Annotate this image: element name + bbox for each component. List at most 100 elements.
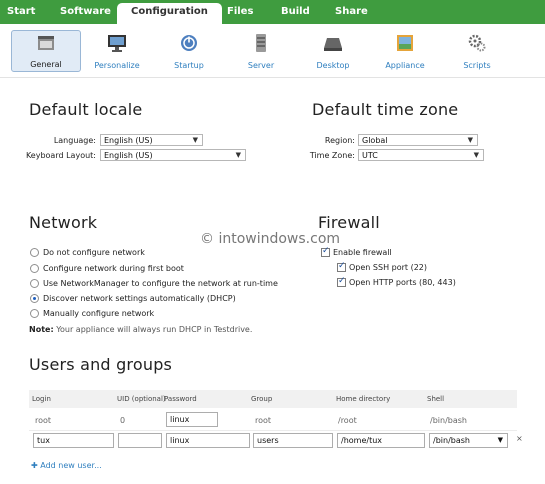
checkbox[interactable] xyxy=(337,261,346,272)
tab-software[interactable]: Software xyxy=(60,6,111,17)
time-zone-label: Time Zone: xyxy=(309,151,355,160)
network-option-label: Discover network settings automatically … xyxy=(43,294,236,303)
network-option-label: Do not configure network xyxy=(43,248,145,257)
general-icon xyxy=(38,36,54,50)
server-icon xyxy=(256,34,266,52)
network-option-label: Use NetworkManager to configure the netw… xyxy=(43,279,278,288)
column-login: Login xyxy=(32,395,51,403)
root-shell: /bin/bash xyxy=(430,416,467,425)
toolbar-scripts-label: Scripts xyxy=(463,61,491,70)
tux-password-value: linux xyxy=(170,436,190,445)
network-option-label: Configure network during first boot xyxy=(43,264,184,273)
time-zone-select[interactable]: UTC ▼ xyxy=(358,149,484,161)
tux-login-value: tux xyxy=(37,436,50,445)
region-value: Global xyxy=(362,136,388,145)
chevron-down-icon: ▼ xyxy=(235,151,241,159)
add-user-button[interactable]: ✚ Add new user... xyxy=(31,461,102,470)
users-heading: Users and groups xyxy=(29,355,173,374)
tux-login-field[interactable]: tux xyxy=(33,433,114,448)
open-ssh-label: Open SSH port (22) xyxy=(349,263,427,272)
language-value: English (US) xyxy=(104,136,153,145)
plus-icon: ✚ xyxy=(31,461,38,470)
chevron-down-icon: ▼ xyxy=(192,136,198,144)
network-option-none[interactable]: Do not configure network xyxy=(30,248,145,257)
column-home: Home directory xyxy=(336,395,391,403)
toolbar-startup[interactable]: Startup xyxy=(154,30,224,72)
add-user-label: Add new user... xyxy=(40,461,102,470)
tux-home-value: /home/tux xyxy=(341,436,383,445)
language-select[interactable]: English (US) ▼ xyxy=(100,134,203,146)
network-option-manual[interactable]: Manually configure network xyxy=(30,309,154,318)
tab-configuration[interactable]: Configuration xyxy=(117,3,222,24)
root-password-field[interactable]: linux xyxy=(166,412,218,427)
toolbar-desktop[interactable]: Desktop xyxy=(298,30,368,72)
enable-firewall-label: Enable firewall xyxy=(333,248,392,257)
root-login: root xyxy=(35,416,52,425)
tux-shell-select[interactable]: /bin/bash ▼ xyxy=(429,433,508,448)
keyboard-layout-label: Keyboard Layout: xyxy=(25,151,96,160)
chevron-down-icon: ▼ xyxy=(497,436,503,444)
open-http-label: Open HTTP ports (80, 443) xyxy=(349,278,456,287)
network-option-label: Manually configure network xyxy=(43,309,155,318)
chevron-down-icon: ▼ xyxy=(467,136,473,144)
tab-files[interactable]: Files xyxy=(227,6,253,17)
radio-button[interactable] xyxy=(30,279,39,288)
toolbar-appliance-label: Appliance xyxy=(385,61,425,70)
checkbox[interactable] xyxy=(321,246,330,257)
appliance-icon xyxy=(397,35,413,51)
watermark: © intowindows.com xyxy=(200,231,341,247)
tab-build[interactable]: Build xyxy=(281,6,310,17)
locale-heading: Default locale xyxy=(29,100,143,119)
chevron-down-icon: ▼ xyxy=(473,151,479,159)
row-divider xyxy=(29,430,517,431)
toolbar-scripts[interactable]: Scripts xyxy=(442,30,512,72)
column-shell: Shell xyxy=(427,395,445,403)
keyboard-layout-value: English (US) xyxy=(104,151,153,160)
region-select[interactable]: Global ▼ xyxy=(358,134,478,146)
checkbox[interactable] xyxy=(337,276,346,287)
network-option-dhcp[interactable]: Discover network settings automatically … xyxy=(30,294,236,303)
tux-uid-field[interactable] xyxy=(118,433,162,448)
time-zone-value: UTC xyxy=(362,151,378,160)
keyboard-layout-select[interactable]: English (US) ▼ xyxy=(100,149,246,161)
network-note: Note: Your appliance will always run DHC… xyxy=(29,325,252,334)
tux-password-field[interactable]: linux xyxy=(166,433,250,448)
remove-user-button[interactable]: × xyxy=(516,434,523,443)
open-http-checkbox[interactable]: Open HTTP ports (80, 443) xyxy=(337,276,456,287)
monitor-icon xyxy=(108,35,126,52)
note-text: Your appliance will always run DHCP in T… xyxy=(56,325,253,334)
column-group: Group xyxy=(251,395,273,403)
tab-start[interactable]: Start xyxy=(7,6,35,17)
toolbar-personalize[interactable]: Personalize xyxy=(82,30,152,72)
toolbar-appliance[interactable]: Appliance xyxy=(370,30,440,72)
toolbar-general[interactable]: General xyxy=(11,30,81,72)
toolbar-startup-label: Startup xyxy=(174,61,204,70)
toolbar-personalize-label: Personalize xyxy=(94,61,140,70)
column-uid: UID (optional) xyxy=(117,395,166,403)
radio-button[interactable] xyxy=(30,264,39,273)
note-label: Note: xyxy=(29,325,54,334)
network-option-networkmanager[interactable]: Use NetworkManager to configure the netw… xyxy=(30,279,278,288)
enable-firewall-checkbox[interactable]: Enable firewall xyxy=(321,246,392,257)
top-nav: Start Software Configuration Files Build… xyxy=(0,0,545,24)
tux-home-field[interactable]: /home/tux xyxy=(337,433,425,448)
toolbar-general-label: General xyxy=(30,60,62,69)
radio-button-selected[interactable] xyxy=(30,294,39,303)
open-ssh-checkbox[interactable]: Open SSH port (22) xyxy=(337,261,427,272)
toolbar-server[interactable]: Server xyxy=(226,30,296,72)
power-icon xyxy=(181,35,197,51)
tux-group-field[interactable]: users xyxy=(253,433,333,448)
radio-button[interactable] xyxy=(30,309,39,318)
gears-icon xyxy=(468,34,486,52)
column-password: Password xyxy=(164,395,197,403)
region-label: Region: xyxy=(324,136,355,145)
tab-share[interactable]: Share xyxy=(335,6,368,17)
root-home: /root xyxy=(338,416,357,425)
users-table-header: Login UID (optional) Password Group Home… xyxy=(29,390,517,408)
firewall-heading: Firewall xyxy=(318,213,380,232)
root-password-value: linux xyxy=(170,415,190,424)
radio-button[interactable] xyxy=(30,248,39,257)
tux-group-value: users xyxy=(257,436,279,445)
root-group: root xyxy=(255,416,272,425)
network-option-first-boot[interactable]: Configure network during first boot xyxy=(30,264,184,273)
